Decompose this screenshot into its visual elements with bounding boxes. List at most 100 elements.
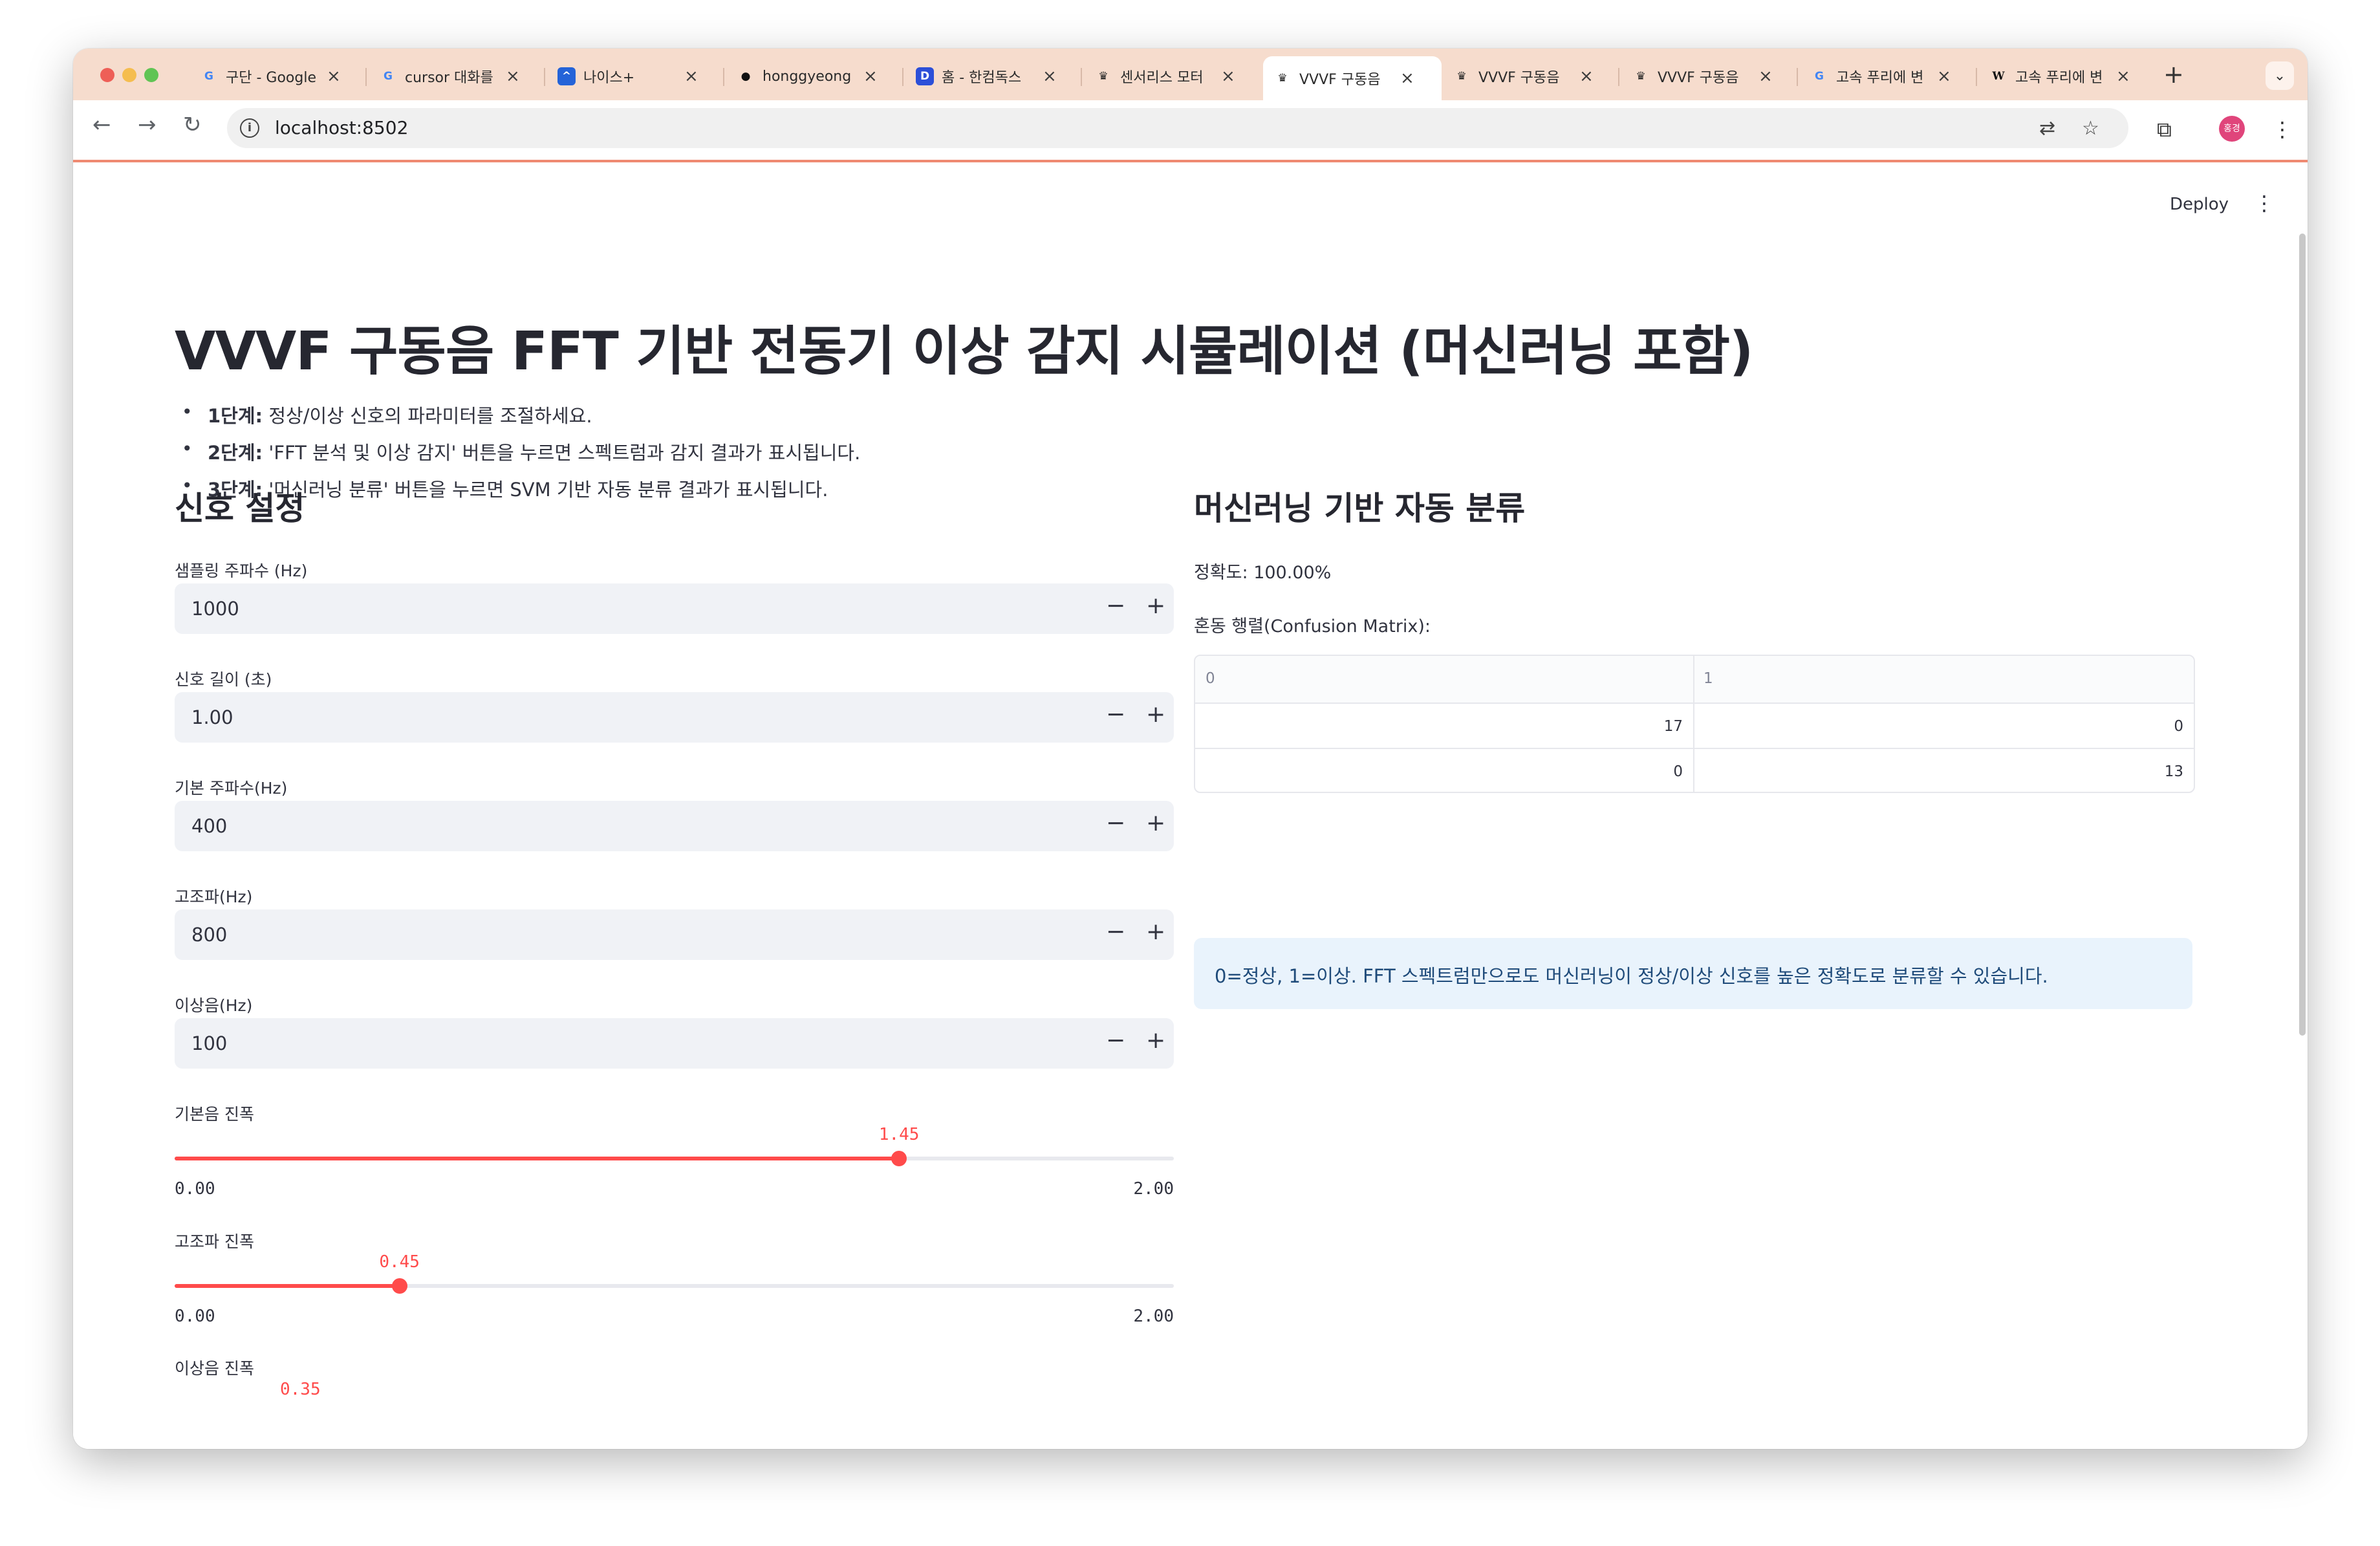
chevron-down-icon[interactable]: ⌄ xyxy=(2266,61,2294,90)
signal-length-label: 신호 길이 (초) xyxy=(175,670,272,689)
decrement-button[interactable]: − xyxy=(1106,919,1125,945)
info-alert: 0=정상, 1=이상. FFT 스펙트럼만으로도 머신러닝이 정상/이상 신호를… xyxy=(1194,938,2192,1009)
decrement-button[interactable]: − xyxy=(1106,593,1125,619)
input-value[interactable]: 400 xyxy=(191,815,227,837)
extensions-icon[interactable]: ⧉ xyxy=(2157,117,2172,142)
harmonic-frequency-input[interactable]: 800 − + xyxy=(175,909,1174,960)
tab-strip: G 구단 - Google × G cursor 대화를 × ^ 나이스+ × … xyxy=(73,49,2308,100)
increment-button[interactable]: + xyxy=(1146,593,1165,619)
slider-min-label: 0.00 xyxy=(175,1179,215,1199)
browser-tab[interactable]: G 고속 푸리에 변 × xyxy=(1800,58,1951,95)
input-value[interactable]: 1.00 xyxy=(191,706,233,728)
browser-toolbar: ← → ↻ i localhost:8502 ⇄ ☆ ⧉ 홍경 ⋮ xyxy=(73,100,2308,162)
increment-button[interactable]: + xyxy=(1146,810,1165,836)
slider-current-value: 0.35 xyxy=(280,1380,321,1399)
streamlit-page: Deploy ⋮ VVVF 구동음 FFT 기반 전동기 이상 감지 시뮬레이션… xyxy=(73,162,2308,1449)
close-window-button[interactable] xyxy=(100,68,114,82)
input-value[interactable]: 800 xyxy=(191,924,227,946)
slider-thumb[interactable] xyxy=(891,1151,907,1166)
star-icon[interactable]: ☆ xyxy=(2082,117,2099,140)
tab-title: 홈 - 한컴독스 xyxy=(942,70,1022,86)
minimize-window-button[interactable] xyxy=(122,68,136,82)
tab-title: VVVF 구동음 xyxy=(1299,72,1381,88)
main-menu-icon[interactable]: ⋮ xyxy=(2254,191,2275,215)
profile-avatar[interactable]: 홍경 xyxy=(2219,116,2245,142)
column-header[interactable]: 0 xyxy=(1206,656,1215,701)
close-tab-icon[interactable]: × xyxy=(1400,69,1414,88)
input-value[interactable]: 100 xyxy=(191,1032,227,1054)
close-tab-icon[interactable]: × xyxy=(2116,67,2130,86)
confusion-matrix-table[interactable]: 0 1 17 0 0 13 xyxy=(1194,655,2195,793)
browser-tab[interactable]: D 홈 - 한컴독스 × xyxy=(905,58,1057,95)
signal-length-input[interactable]: 1.00 − + xyxy=(175,692,1174,743)
slider-fill xyxy=(175,1284,400,1288)
close-tab-icon[interactable]: × xyxy=(1937,67,1951,86)
url-text[interactable]: localhost:8502 xyxy=(275,117,408,138)
info-text: 0=정상, 1=이상. FFT 스펙트럼만으로도 머신러닝이 정상/이상 신호를… xyxy=(1215,965,2048,987)
column-header[interactable]: 1 xyxy=(1704,656,1713,701)
site-info-icon[interactable]: i xyxy=(240,118,259,138)
increment-button[interactable]: + xyxy=(1146,1027,1165,1054)
reload-icon[interactable]: ↻ xyxy=(183,112,202,138)
table-cell[interactable]: 0 xyxy=(1673,749,1683,792)
browser-tab[interactable]: G cursor 대화를 × xyxy=(369,58,520,95)
browser-tab[interactable]: ♛ 센서리스 모터 × xyxy=(1084,58,1235,95)
browser-window: G 구단 - Google × G cursor 대화를 × ^ 나이스+ × … xyxy=(73,49,2308,1449)
browser-tab[interactable]: ● honggyeong × xyxy=(726,58,878,95)
base-amplitude-slider[interactable]: 1.45 0.00 2.00 xyxy=(175,1125,1174,1199)
close-tab-icon[interactable]: × xyxy=(684,67,698,86)
translate-icon[interactable]: ⇄ xyxy=(2039,117,2055,140)
page-scrollbar[interactable] xyxy=(2299,234,2306,1036)
close-tab-icon[interactable]: × xyxy=(506,67,520,86)
decrement-button[interactable]: − xyxy=(1106,701,1125,728)
list-item: 1단계: 정상/이상 신호의 파라미터를 조절하세요. xyxy=(182,401,860,438)
browser-tab[interactable]: ^ 나이스+ × xyxy=(547,58,698,95)
browser-tab-active[interactable]: ♛ VVVF 구동음 × xyxy=(1263,56,1442,100)
base-frequency-input[interactable]: 400 − + xyxy=(175,801,1174,851)
browser-tab[interactable]: ♛ VVVF 구동음 × xyxy=(1442,58,1594,95)
step-text: '머신러닝 분류' 버튼을 누르면 SVM 기반 자동 분류 결과가 표시됩니다… xyxy=(263,479,828,501)
sampling-frequency-label: 샘플링 주파수 (Hz) xyxy=(175,561,308,580)
more-menu-icon[interactable]: ⋮ xyxy=(2272,117,2293,142)
confusion-matrix-label: 혼동 행렬(Confusion Matrix): xyxy=(1194,616,1431,637)
close-tab-icon[interactable]: × xyxy=(1221,67,1235,86)
deploy-button[interactable]: Deploy xyxy=(2170,195,2229,214)
table-cell[interactable]: 0 xyxy=(2174,704,2183,749)
wikipedia-icon: W xyxy=(1992,70,2005,83)
close-tab-icon[interactable]: × xyxy=(1043,67,1057,86)
increment-button[interactable]: + xyxy=(1146,701,1165,728)
accuracy-text: 정확도: 100.00% xyxy=(1194,563,1332,583)
harmonic-amplitude-slider[interactable]: 0.45 0.00 2.00 xyxy=(175,1252,1174,1326)
base-frequency-label: 기본 주파수(Hz) xyxy=(175,779,288,798)
decrement-button[interactable]: − xyxy=(1106,1027,1125,1054)
forward-icon[interactable]: → xyxy=(138,112,157,138)
table-header-row: 0 1 xyxy=(1195,656,2194,702)
slider-thumb[interactable] xyxy=(391,1278,407,1294)
browser-tab[interactable]: G 구단 - Google × xyxy=(189,58,341,95)
streamlit-crown-icon: ♛ xyxy=(1277,72,1288,85)
table-cell[interactable]: 13 xyxy=(2165,749,2183,792)
tab-title: VVVF 구동음 xyxy=(1658,70,1739,86)
anomaly-frequency-input[interactable]: 100 − + xyxy=(175,1018,1174,1069)
close-tab-icon[interactable]: × xyxy=(1579,67,1594,86)
input-value[interactable]: 1000 xyxy=(191,598,239,620)
step-text: 정상/이상 신호의 파라미터를 조절하세요. xyxy=(263,405,592,427)
increment-button[interactable]: + xyxy=(1146,919,1165,945)
close-tab-icon[interactable]: × xyxy=(1758,67,1773,86)
table-row: 17 0 xyxy=(1195,702,2194,749)
neis-icon: ^ xyxy=(557,67,576,85)
browser-tab[interactable]: ♛ VVVF 구동음 × xyxy=(1621,58,1773,95)
sampling-frequency-input[interactable]: 1000 − + xyxy=(175,583,1174,634)
google-icon: G xyxy=(384,70,393,83)
decrement-button[interactable]: − xyxy=(1106,810,1125,836)
list-item: 2단계: 'FFT 분석 및 이상 감지' 버튼을 누르면 스펙트럼과 감지 결… xyxy=(182,438,860,475)
browser-tab[interactable]: W 고속 푸리에 변 × xyxy=(1979,58,2130,95)
close-tab-icon[interactable]: × xyxy=(863,67,878,86)
address-bar[interactable]: i localhost:8502 ⇄ ☆ xyxy=(227,108,2128,148)
slider-current-value: 0.45 xyxy=(379,1252,420,1272)
back-icon[interactable]: ← xyxy=(92,112,111,138)
new-tab-icon[interactable]: + xyxy=(2163,60,2184,89)
close-tab-icon[interactable]: × xyxy=(327,67,341,86)
table-cell[interactable]: 17 xyxy=(1664,704,1683,749)
maximize-window-button[interactable] xyxy=(144,68,158,82)
